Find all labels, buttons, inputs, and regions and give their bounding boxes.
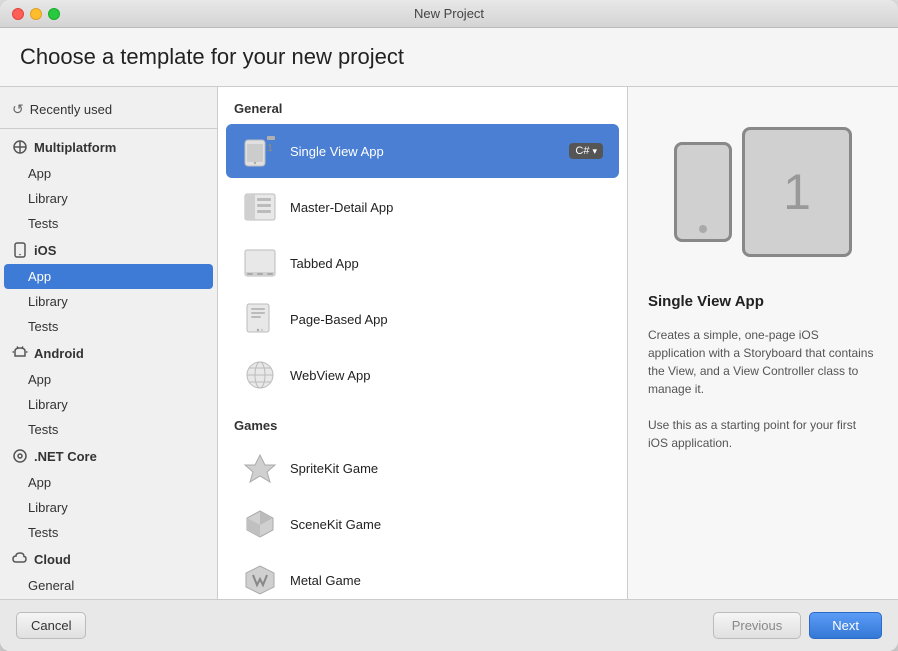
template-item-spritekit-game[interactable]: SpriteKit Game — [226, 441, 619, 495]
template-detail-title: Single View App — [648, 293, 878, 310]
sidebar-item-netcore-app[interactable]: App — [0, 470, 217, 495]
recently-used-label: Recently used — [30, 102, 112, 117]
sidebar-item-android-app[interactable]: App — [0, 367, 217, 392]
window-title: New Project — [414, 6, 484, 21]
lang-badge-csharp[interactable]: C# ▾ — [569, 143, 603, 159]
template-item-master-detail-app[interactable]: Master-Detail App — [226, 180, 619, 234]
sidebar-item-netcore-tests[interactable]: Tests — [0, 520, 217, 545]
netcore-icon — [12, 448, 28, 464]
spritekit-game-label: SpriteKit Game — [290, 461, 603, 476]
template-item-scenekit-game[interactable]: SceneKit Game — [226, 497, 619, 551]
maximize-button[interactable] — [48, 8, 60, 20]
minimize-button[interactable] — [30, 8, 42, 20]
center-panel: General 1 Single View App C# ▾ — [218, 87, 628, 599]
sidebar-section-netcore[interactable]: .NET Core — [0, 442, 217, 470]
general-section-title: General — [218, 87, 627, 124]
close-button[interactable] — [12, 8, 24, 20]
sidebar-section-cloud[interactable]: Cloud — [0, 545, 217, 573]
right-panel: 1 Single View App Creates a simple, one-… — [628, 87, 898, 599]
sidebar-item-ios-library[interactable]: Library — [0, 289, 217, 314]
template-item-page-based-app[interactable]: Page-Based App — [226, 292, 619, 346]
single-view-app-icon: 1 — [242, 133, 278, 169]
tabbed-app-icon — [242, 245, 278, 281]
cancel-button[interactable]: Cancel — [16, 612, 86, 639]
device-illustration: 1 — [674, 127, 852, 257]
multiplatform-icon — [12, 139, 28, 155]
sidebar-item-cloud-general[interactable]: General — [0, 573, 217, 598]
sidebar: ↺ Recently used Multiplatform App Librar… — [0, 87, 218, 599]
sidebar-item-netcore-library[interactable]: Library — [0, 495, 217, 520]
single-view-app-label: Single View App — [290, 144, 557, 159]
sidebar-section-android[interactable]: Android — [0, 339, 217, 367]
multiplatform-label: Multiplatform — [34, 140, 116, 155]
sidebar-item-ios-app[interactable]: App — [4, 264, 213, 289]
android-icon — [12, 345, 28, 361]
master-detail-app-icon — [242, 189, 278, 225]
sidebar-item-ios-tests[interactable]: Tests — [0, 314, 217, 339]
sidebar-item-android-library[interactable]: Library — [0, 392, 217, 417]
webview-app-icon — [242, 357, 278, 393]
ios-label: iOS — [34, 243, 56, 258]
lang-label: C# — [575, 145, 589, 157]
svg-text:1: 1 — [267, 143, 273, 154]
dropdown-arrow-icon: ▾ — [592, 146, 597, 157]
next-button[interactable]: Next — [809, 612, 882, 639]
page-based-app-icon — [242, 301, 278, 337]
games-section-title: Games — [218, 404, 627, 441]
phone-preview — [674, 142, 732, 242]
sidebar-item-multiplatform-app[interactable]: App — [0, 161, 217, 186]
metal-game-label: Metal Game — [290, 573, 603, 588]
template-item-single-view-app[interactable]: 1 Single View App C# ▾ — [226, 124, 619, 178]
cloud-icon — [12, 551, 28, 567]
template-item-tabbed-app[interactable]: Tabbed App — [226, 236, 619, 290]
sidebar-section-ios[interactable]: iOS — [0, 236, 217, 264]
ios-icon — [12, 242, 28, 258]
master-detail-app-label: Master-Detail App — [290, 200, 603, 215]
header: Choose a template for your new project — [0, 28, 898, 87]
clock-icon: ↺ — [12, 101, 24, 118]
sidebar-item-multiplatform-tests[interactable]: Tests — [0, 211, 217, 236]
tabbed-app-label: Tabbed App — [290, 256, 603, 271]
scenekit-game-label: SceneKit Game — [290, 517, 603, 532]
title-bar: New Project — [0, 0, 898, 28]
template-detail-description: Creates a simple, one-page iOS applicati… — [648, 326, 878, 452]
cloud-label: Cloud — [34, 552, 71, 567]
divider-1 — [0, 128, 217, 129]
sidebar-item-recently-used[interactable]: ↺ Recently used — [0, 95, 217, 124]
webview-app-label: WebView App — [290, 368, 603, 383]
nav-buttons: Previous Next — [713, 612, 882, 639]
sidebar-section-multiplatform[interactable]: Multiplatform — [0, 133, 217, 161]
page-based-app-label: Page-Based App — [290, 312, 603, 327]
previous-button[interactable]: Previous — [713, 612, 802, 639]
preview-area: 1 — [648, 107, 878, 277]
spritekit-game-icon — [242, 450, 278, 486]
main-content: ↺ Recently used Multiplatform App Librar… — [0, 87, 898, 599]
tablet-preview: 1 — [742, 127, 852, 257]
metal-game-icon — [242, 562, 278, 598]
scenekit-game-icon — [242, 506, 278, 542]
netcore-label: .NET Core — [34, 449, 97, 464]
main-window: New Project Choose a template for your n… — [0, 0, 898, 651]
android-label: Android — [34, 346, 84, 361]
sidebar-item-android-tests[interactable]: Tests — [0, 417, 217, 442]
traffic-lights — [12, 8, 60, 20]
template-item-metal-game[interactable]: Metal Game — [226, 553, 619, 599]
sidebar-item-multiplatform-library[interactable]: Library — [0, 186, 217, 211]
template-item-webview-app[interactable]: WebView App — [226, 348, 619, 402]
footer: Cancel Previous Next — [0, 599, 898, 651]
page-title: Choose a template for your new project — [20, 44, 878, 70]
